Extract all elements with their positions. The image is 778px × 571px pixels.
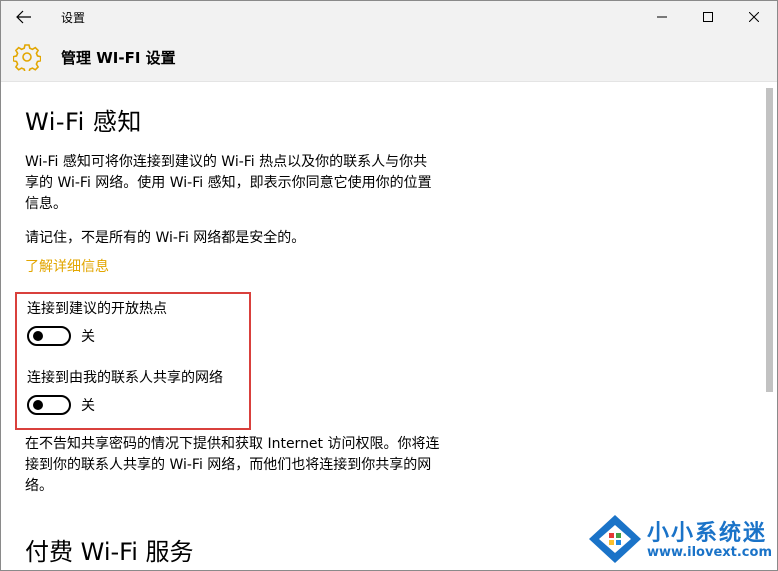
open-hotspots-toggle[interactable] (27, 326, 71, 346)
settings-window: 设置 管理 WI-FI 设置 Wi-Fi 感知 Wi-Fi 感知可将你连接到建议… (0, 0, 778, 571)
site-watermark: 小小系统迷 www.ilovext.com (581, 509, 777, 569)
watermark-name: 小小系统迷 (647, 521, 768, 546)
wifi-sense-description: Wi-Fi 感知可将你连接到建议的 Wi-Fi 热点以及你的联系人与你共 享的 … (25, 152, 485, 215)
sharing-note: 在不告知共享密码的情况下提供和获取 Internet 访问权限。你将连 接到你的… (25, 434, 495, 497)
sharing-note-line: 络。 (25, 478, 53, 494)
back-button[interactable] (9, 3, 39, 31)
vertical-scrollbar[interactable] (762, 82, 777, 570)
contacts-networks-state: 关 (81, 398, 95, 414)
scrollbar-thumb[interactable] (766, 88, 773, 392)
toggle-knob (33, 400, 43, 410)
watermark-url: www.ilovext.com (647, 545, 772, 560)
gear-icon (13, 44, 41, 71)
minimize-button[interactable] (639, 1, 685, 33)
settings-content: Wi-Fi 感知 Wi-Fi 感知可将你连接到建议的 Wi-Fi 热点以及你的联… (1, 82, 761, 570)
toggle-knob (33, 331, 43, 341)
wifi-sense-heading: Wi-Fi 感知 (25, 108, 142, 136)
contacts-networks-label: 连接到由我的联系人共享的网络 (27, 370, 223, 386)
page-header: 管理 WI-FI 设置 (1, 33, 777, 82)
watermark-logo-icon (589, 515, 641, 563)
open-hotspots-state: 关 (81, 329, 95, 345)
back-arrow-icon (16, 10, 31, 24)
close-button[interactable] (731, 1, 777, 33)
sharing-note-line: 在不告知共享密码的情况下提供和获取 Internet 访问权限。你将连 (25, 436, 440, 452)
close-icon (749, 12, 759, 22)
title-bar: 设置 (1, 1, 777, 33)
open-hotspots-label: 连接到建议的开放热点 (27, 301, 167, 317)
contacts-networks-toggle[interactable] (27, 395, 71, 415)
security-warning: 请记住，不是所有的 Wi-Fi 网络都是安全的。 (25, 230, 306, 246)
sharing-note-line: 接到你的联系人共享的 Wi-Fi 网络，而他们也将连接到你共享的网 (25, 457, 432, 473)
maximize-button[interactable] (685, 1, 731, 33)
paid-wifi-heading: 付费 Wi-Fi 服务 (25, 538, 194, 566)
page-title: 管理 WI-FI 设置 (61, 49, 176, 67)
maximize-icon (703, 12, 713, 22)
description-line: 享的 Wi-Fi 网络。使用 Wi-Fi 感知，即表示你同意它使用你的位置 (25, 175, 432, 191)
description-line: Wi-Fi 感知可将你连接到建议的 Wi-Fi 热点以及你的联系人与你共 (25, 154, 428, 170)
description-line: 信息。 (25, 196, 67, 212)
learn-more-link[interactable]: 了解详细信息 (25, 256, 109, 276)
minimize-icon (657, 16, 667, 18)
app-title: 设置 (61, 11, 86, 25)
